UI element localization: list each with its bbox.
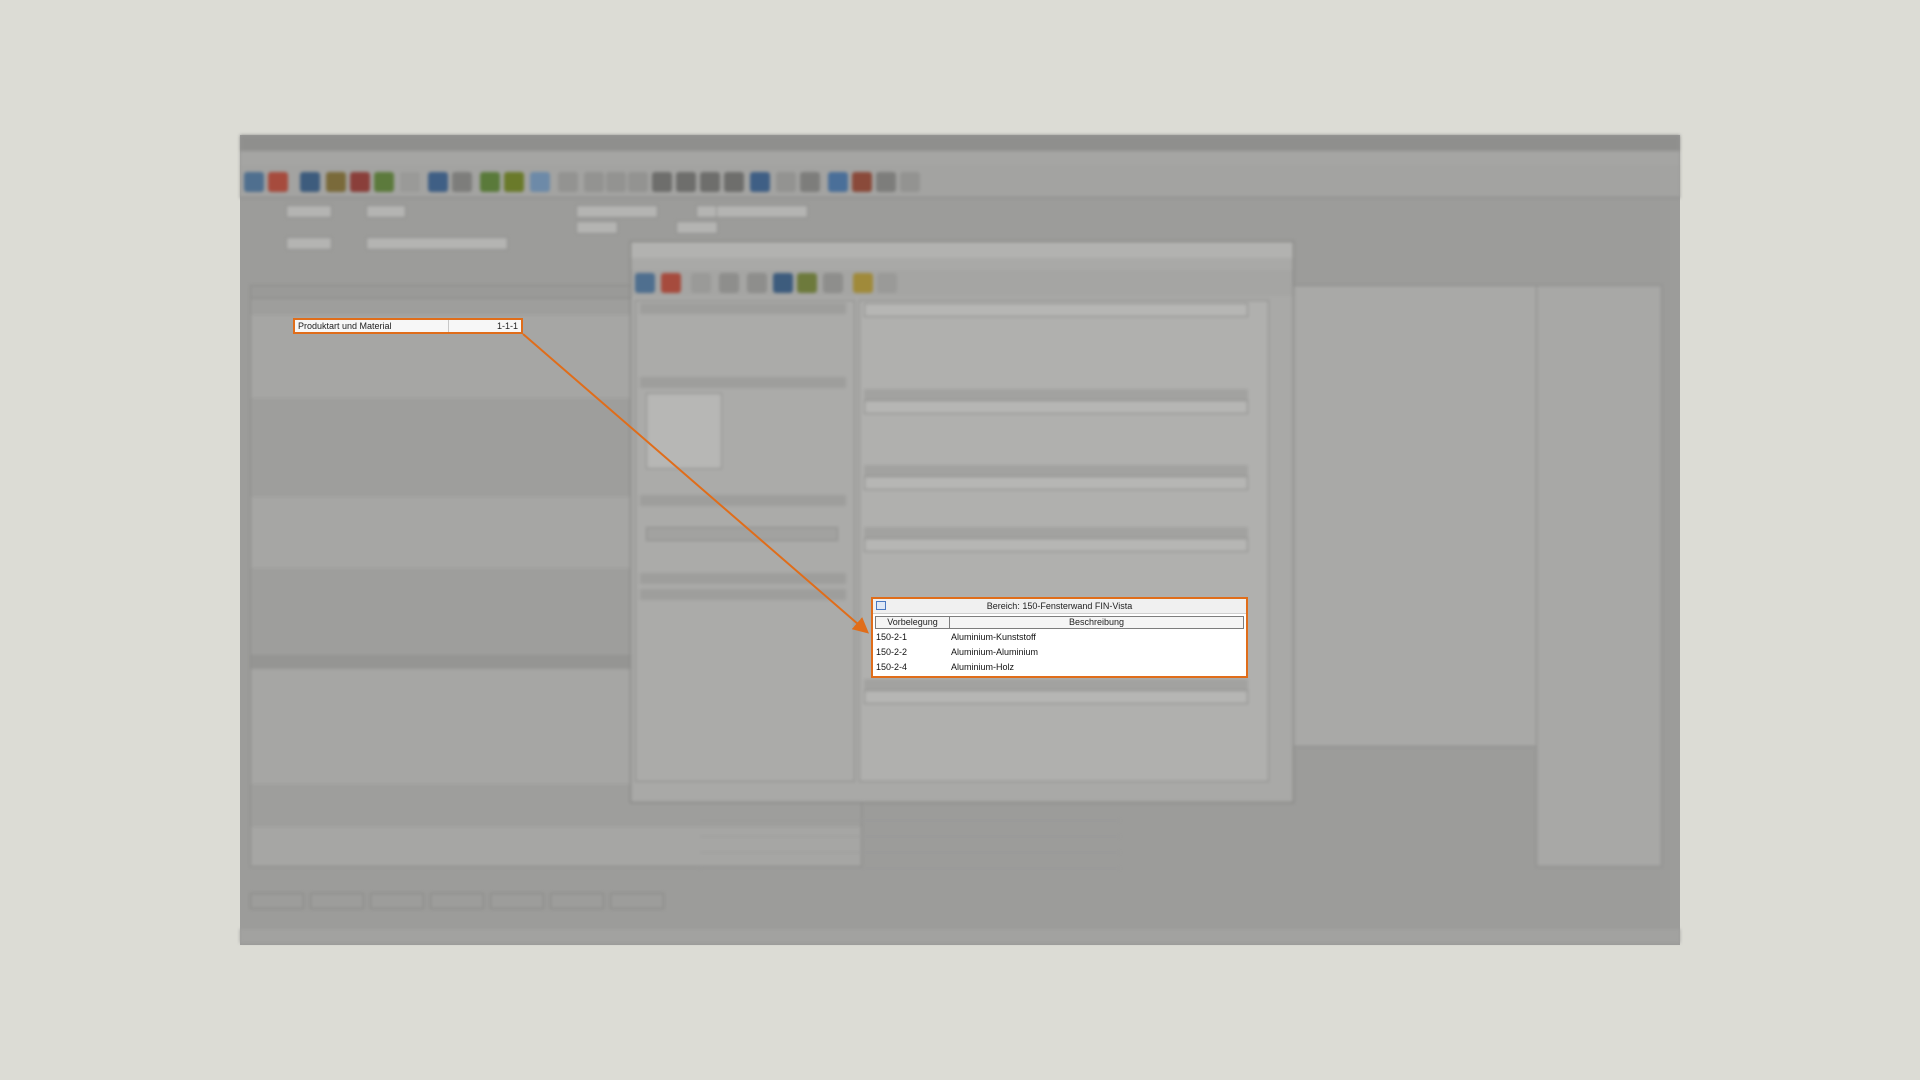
row-code: 150-2-2	[876, 647, 908, 657]
dialog-right-pane	[859, 300, 1269, 782]
table-row[interactable]: 150-2-2 Aluminium-Aluminium	[875, 645, 1244, 659]
dialog-window	[630, 241, 1294, 803]
range-table-column-headers: Vorbelegung Beschreibung	[875, 616, 1244, 629]
product-row-value: 1-1-1	[496, 321, 518, 331]
table-row[interactable]: 150-2-1 Aluminium-Kunststoff	[875, 630, 1244, 644]
far-right-panel	[1536, 285, 1662, 867]
column-header-vorbelegung[interactable]: Vorbelegung	[876, 617, 950, 628]
main-statusbar	[240, 929, 1680, 943]
dialog-toolbar	[631, 270, 1293, 296]
highlighted-range-table: Bereich: 150-Fensterwand FIN-Vista Vorbe…	[871, 597, 1248, 678]
dialog-statusbar	[631, 784, 1293, 798]
table-row[interactable]: 150-2-4 Aluminium-Holz	[875, 660, 1244, 674]
range-table-title: Bereich: 150-Fensterwand FIN-Vista	[986, 601, 1133, 611]
row-description: Aluminium-Holz	[951, 662, 1015, 672]
product-row-label: Produktart und Material	[298, 321, 392, 331]
dialog-menubar	[631, 258, 1293, 270]
row-code: 150-2-4	[876, 662, 908, 672]
main-toolbar	[240, 165, 1680, 198]
dialog-left-pane	[635, 300, 855, 782]
main-window-titlebar	[240, 135, 1680, 151]
table-icon	[876, 601, 886, 610]
right-panel	[1290, 285, 1552, 747]
column-header-beschreibung[interactable]: Beschreibung	[950, 617, 1243, 628]
product-row-separator	[448, 320, 449, 332]
main-menubar	[240, 151, 1680, 165]
row-description: Aluminium-Aluminium	[951, 647, 1039, 657]
highlighted-product-row[interactable]: Produktart und Material 1-1-1	[293, 318, 523, 334]
bottom-buttons	[250, 893, 950, 909]
sum-rows	[700, 805, 1120, 875]
dialog-titlebar	[631, 242, 1293, 258]
blurred-application-screenshot	[240, 135, 1680, 945]
row-code: 150-2-1	[876, 632, 908, 642]
range-table-header: Bereich: 150-Fensterwand FIN-Vista	[873, 599, 1246, 614]
row-description: Aluminium-Kunststoff	[951, 632, 1036, 642]
blurred-background	[240, 135, 1680, 945]
